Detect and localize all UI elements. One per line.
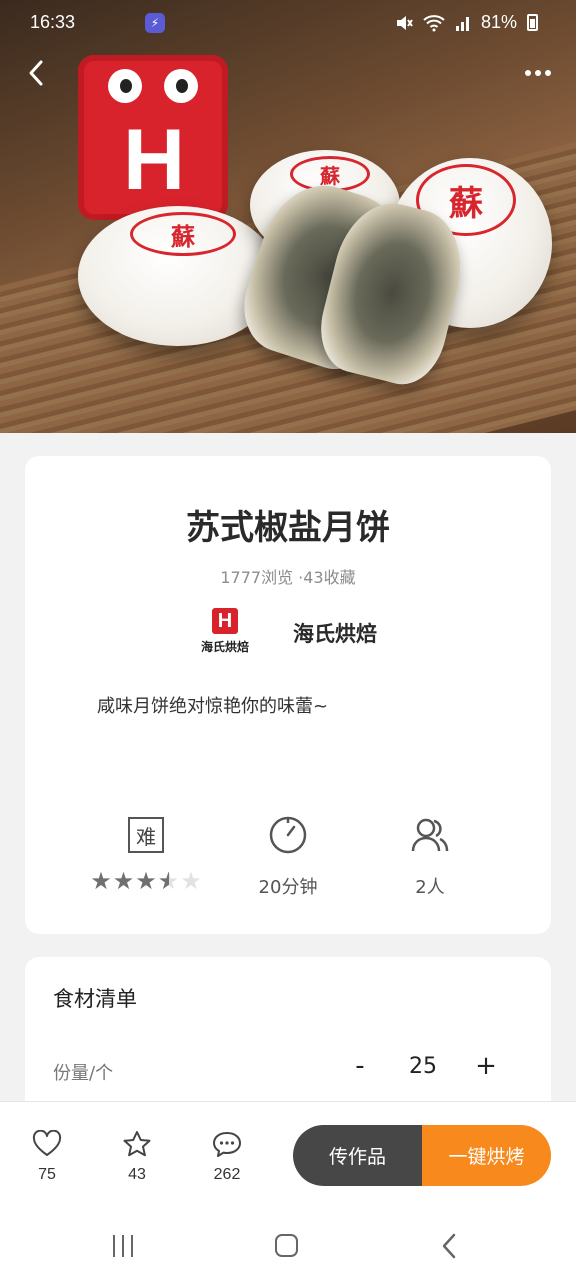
battery-icon	[527, 14, 538, 31]
status-bar: 16:33 ⚡ 81%	[0, 0, 576, 46]
author-logo[interactable]: H 海氏烘焙	[195, 608, 255, 658]
favorite-count: 43	[128, 1166, 146, 1183]
ingredients-title: 食材清单	[53, 987, 137, 1011]
action-pill: 传作品 一键烘烤	[293, 1125, 551, 1186]
like-count: 75	[38, 1166, 56, 1183]
quantity-value: 25	[409, 1053, 437, 1079]
recipe-info-card: 苏式椒盐月饼 1777浏览 ·43收藏 H 海氏烘焙 海氏烘焙 咸味月饼绝对惊艳…	[25, 456, 551, 934]
quantity-stepper: - 25 +	[347, 1053, 499, 1079]
recipe-hero-image: H 蘇 蘇 蘇	[0, 0, 576, 433]
comment-button[interactable]: 262	[197, 1130, 257, 1184]
favorite-button[interactable]: 43	[107, 1130, 167, 1184]
upload-work-button[interactable]: 传作品	[293, 1125, 422, 1186]
difficulty-star: ★	[135, 867, 157, 895]
recipe-title: 苏式椒盐月饼	[186, 508, 390, 548]
difficulty-stars: ★ ★ ★ ★ ★	[76, 869, 216, 893]
wifi-icon	[423, 14, 445, 31]
time-metric: 20分钟	[218, 811, 358, 899]
chevron-left-icon	[29, 60, 43, 86]
mute-icon	[396, 15, 413, 30]
recipe-metrics: 难 ★★★★★ 20分钟 2人	[25, 811, 551, 901]
system-back-button[interactable]	[440, 1233, 460, 1259]
servings-label: 2人	[415, 877, 445, 898]
author-name[interactable]: 海氏烘焙	[293, 618, 377, 648]
comment-count: 262	[213, 1166, 241, 1183]
difficulty-badge: 难	[128, 817, 164, 853]
recipe-description: 咸味月饼绝对惊艳你的味蕾~	[97, 696, 329, 717]
recipe-stats: 1777浏览 ·43收藏	[220, 568, 356, 587]
increase-button[interactable]: +	[473, 1053, 499, 1079]
comment-icon	[213, 1132, 241, 1157]
difficulty-star: ★	[112, 867, 135, 895]
shield-icon: ⚡	[145, 13, 165, 33]
status-right: 81%	[395, 12, 538, 33]
recents-button[interactable]	[113, 1235, 133, 1257]
difficulty-star: ★	[180, 867, 202, 895]
difficulty-star: ★	[158, 869, 180, 893]
back-button[interactable]	[20, 55, 56, 91]
people-icon	[411, 818, 449, 852]
heart-icon	[32, 1129, 62, 1156]
system-nav-bar	[0, 1205, 576, 1280]
serving-label: 份量/个	[53, 1063, 114, 1084]
more-dots-icon	[525, 70, 531, 76]
status-time: 16:33	[30, 12, 76, 32]
like-button[interactable]: 75	[17, 1129, 77, 1184]
servings-metric: 2人	[360, 811, 500, 899]
mascot-figure: H	[78, 55, 228, 220]
signal-icon	[455, 16, 469, 31]
author-logo-badge: H	[212, 608, 238, 634]
bottom-action-bar: 75 43 262 传作品 一键烘烤	[0, 1101, 576, 1205]
battery-percent: 81%	[480, 12, 517, 32]
difficulty-star: ★	[90, 867, 112, 895]
decrease-button[interactable]: -	[347, 1053, 373, 1079]
difficulty-metric: 难 ★ ★ ★ ★ ★	[76, 811, 216, 893]
one-click-bake-button[interactable]: 一键烘烤	[422, 1125, 551, 1186]
author-row[interactable]: H 海氏烘焙 海氏烘焙	[195, 606, 377, 660]
timer-icon	[269, 816, 307, 854]
star-icon	[123, 1131, 151, 1157]
more-button[interactable]	[518, 55, 558, 91]
author-logo-text: 海氏烘焙	[200, 640, 249, 654]
time-label: 20分钟	[258, 877, 318, 898]
back-arrow-icon	[442, 1233, 456, 1259]
home-button[interactable]	[275, 1234, 298, 1257]
